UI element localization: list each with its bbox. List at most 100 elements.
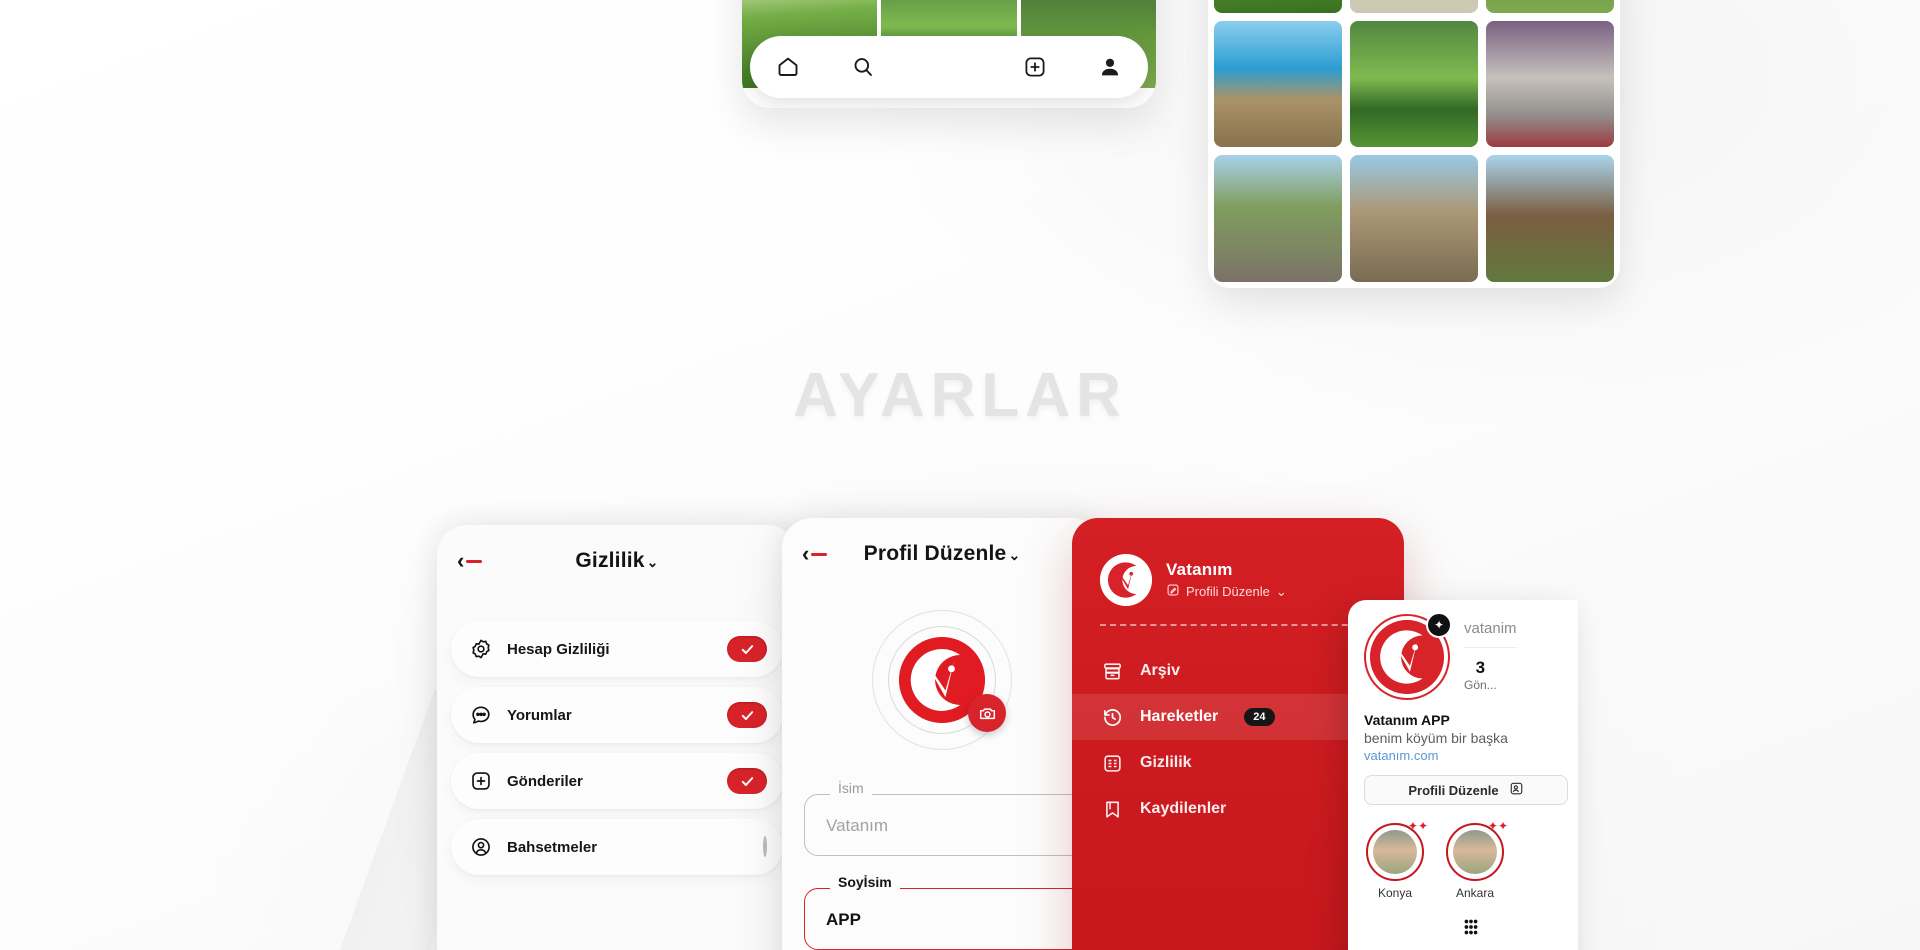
edit-profile-square-icon bbox=[1166, 583, 1180, 600]
profile-website-link[interactable]: vatanım.com bbox=[1364, 748, 1570, 763]
drawer-edit-profile-label: Profili Düzenle bbox=[1186, 584, 1270, 599]
toggle-off-circle-icon bbox=[763, 836, 767, 857]
nav-center-spacer bbox=[919, 47, 979, 87]
profile-card-avatar[interactable]: ✦ bbox=[1364, 612, 1452, 700]
story-highlight-ankara[interactable]: ✦✦ Ankara bbox=[1444, 819, 1508, 900]
explore-photo[interactable] bbox=[1486, 20, 1614, 148]
profile-card-top: ✦ vatanim 3 Gön... bbox=[1364, 612, 1578, 700]
stat-value: 3 bbox=[1475, 658, 1486, 677]
drawer-user-name: Vatanım bbox=[1166, 560, 1233, 579]
privacy-toggle[interactable] bbox=[727, 636, 767, 662]
profile-bio-text: benim köyüm bir başka bbox=[1364, 730, 1508, 746]
chevron-left-icon: ‹ bbox=[457, 548, 465, 573]
profile-card-stats: vatanim 3 Gön... bbox=[1464, 614, 1517, 692]
toggle-on-check-icon bbox=[727, 768, 767, 794]
drawer-item-label: Kaydilenler bbox=[1140, 800, 1227, 817]
add-story-badge-icon[interactable]: ✦ bbox=[1426, 612, 1452, 638]
privacy-title-text: Gizlilik bbox=[575, 549, 645, 572]
history-clock-icon bbox=[1100, 705, 1124, 729]
privacy-row[interactable]: Bahsetmeler bbox=[451, 819, 783, 875]
story-highlight-konya[interactable]: ✦✦ Konya bbox=[1364, 819, 1428, 900]
explore-photo[interactable] bbox=[1350, 0, 1478, 13]
drawer-edit-profile-link[interactable]: Profili Düzenle ⌄ bbox=[1166, 583, 1287, 600]
drawer-user-block[interactable]: Vatanım Profili Düzenle ⌄ bbox=[1072, 518, 1404, 606]
story-label: Ankara bbox=[1455, 886, 1495, 900]
drawer-avatar-logo bbox=[1100, 554, 1152, 606]
privacy-row[interactable]: Yorumlar bbox=[451, 687, 783, 743]
profile-icon[interactable] bbox=[1090, 47, 1130, 87]
privacy-row-label: Bahsetmeler bbox=[507, 838, 598, 856]
bottom-navigation-bar bbox=[750, 36, 1148, 98]
profile-bio-block: Vatanım APP benim köyüm bir başka vatanı… bbox=[1364, 712, 1578, 763]
chevron-down-icon[interactable]: ⌄ bbox=[1276, 584, 1287, 600]
explore-photo-grid-panel bbox=[1208, 0, 1620, 288]
privacy-row-label: Hesap Gizliliği bbox=[507, 640, 610, 658]
privacy-list-icon bbox=[1100, 751, 1124, 775]
explore-photo[interactable] bbox=[1486, 0, 1614, 13]
edit-profile-title: Profil Düzenle ⌄ bbox=[782, 542, 1102, 566]
comment-bubble-icon bbox=[467, 701, 495, 729]
change-photo-camera-icon[interactable] bbox=[968, 694, 1006, 732]
explore-photo[interactable] bbox=[1214, 0, 1342, 13]
name-field-value: Vatanım bbox=[826, 816, 889, 835]
back-arrow-icon[interactable]: ‹ bbox=[802, 541, 828, 566]
grid-dots-icon[interactable] bbox=[1364, 916, 1578, 938]
surname-field-value: APP bbox=[826, 910, 861, 929]
privacy-row-label: Yorumlar bbox=[507, 706, 572, 724]
edit-profile-form: İsim Vatanım Soyİsim APP bbox=[782, 780, 1102, 950]
profile-edit-button[interactable]: Profili Düzenle bbox=[1364, 775, 1568, 805]
toggle-on-check-icon bbox=[727, 702, 767, 728]
explore-photo[interactable] bbox=[1350, 155, 1478, 282]
toggle-on-check-icon bbox=[727, 636, 767, 662]
privacy-toggle[interactable] bbox=[763, 836, 767, 857]
privacy-row[interactable]: Hesap Gizliliği bbox=[451, 621, 783, 677]
privacy-row[interactable]: Gönderiler bbox=[451, 753, 783, 809]
chevron-down-icon[interactable]: ⌄ bbox=[1008, 547, 1020, 563]
back-dash bbox=[466, 559, 483, 563]
story-highlights-row: ✦✦ Konya ✦✦ Ankara bbox=[1364, 819, 1578, 900]
profile-avatar-editor[interactable] bbox=[872, 610, 1012, 750]
app-mockup-canvas: AYARLAR ‹ Gizlilik ⌄ Hesap Gizliliği Yor… bbox=[0, 0, 1920, 950]
stat-label: Gön... bbox=[1464, 678, 1497, 692]
explore-photo[interactable] bbox=[1486, 155, 1614, 282]
home-feed-phone-mockup bbox=[742, 0, 1156, 108]
drawer-item-label: Arşiv bbox=[1140, 662, 1181, 679]
explore-photo-grid bbox=[1214, 0, 1614, 282]
privacy-header: ‹ Gizlilik ⌄ bbox=[437, 525, 797, 597]
stat-posts[interactable]: 3 Gön... bbox=[1464, 658, 1497, 692]
story-thumbnail bbox=[1453, 830, 1497, 874]
explore-photo[interactable] bbox=[1350, 20, 1478, 148]
home-icon[interactable] bbox=[768, 47, 808, 87]
back-arrow-icon[interactable]: ‹ bbox=[457, 548, 483, 573]
privacy-toggle[interactable] bbox=[727, 768, 767, 794]
privacy-toggle[interactable] bbox=[727, 702, 767, 728]
profile-display-name: Vatanım APP bbox=[1364, 712, 1450, 728]
section-title: AYARLAR bbox=[793, 361, 1127, 430]
explore-photo[interactable] bbox=[1214, 20, 1342, 148]
profile-edit-button-label: Profili Düzenle bbox=[1408, 782, 1499, 798]
edit-profile-screen: ‹ Profil Düzenle ⌄ İsim Vatanım Soyİsim … bbox=[782, 518, 1102, 950]
person-add-icon bbox=[1509, 781, 1524, 799]
profile-preview-card: ✦ vatanim 3 Gön... Vatanım APP benim köy… bbox=[1348, 600, 1578, 950]
privacy-settings-screen: ‹ Gizlilik ⌄ Hesap Gizliliği Yorumlar Gö… bbox=[437, 525, 797, 950]
privacy-row-label: Gönderiler bbox=[507, 772, 583, 790]
chevron-left-icon: ‹ bbox=[802, 541, 810, 566]
drawer-item-label: Hareketler bbox=[1140, 708, 1219, 725]
edit-profile-header: ‹ Profil Düzenle ⌄ bbox=[782, 518, 1102, 590]
privacy-title: Gizlilik ⌄ bbox=[437, 549, 797, 573]
sparkle-stars-icon: ✦✦ bbox=[1487, 819, 1508, 833]
explore-photo[interactable] bbox=[1214, 155, 1342, 282]
bookmark-icon bbox=[1100, 797, 1124, 821]
surname-field[interactable]: Soyİsim APP bbox=[804, 874, 1102, 950]
back-dash bbox=[811, 552, 828, 556]
add-post-icon[interactable] bbox=[1015, 47, 1055, 87]
profile-handle: vatanim bbox=[1464, 620, 1517, 637]
name-field-label: İsim bbox=[830, 780, 872, 796]
name-field[interactable]: İsim Vatanım bbox=[804, 780, 1102, 856]
chevron-down-icon[interactable]: ⌄ bbox=[647, 554, 659, 570]
edit-profile-title-text: Profil Düzenle bbox=[863, 542, 1007, 565]
sparkle-stars-icon: ✦✦ bbox=[1407, 819, 1428, 833]
privacy-row-list: Hesap Gizliliği Yorumlar Gönderiler Bahs… bbox=[437, 597, 797, 875]
search-icon[interactable] bbox=[843, 47, 883, 87]
settings-gear-icon bbox=[467, 635, 495, 663]
